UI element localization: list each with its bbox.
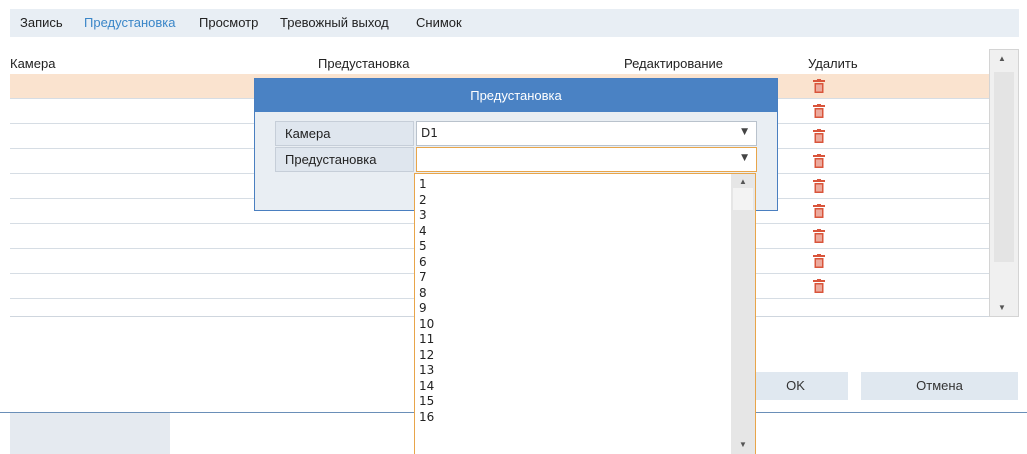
dropdown-option[interactable]: 13 <box>419 363 434 379</box>
trash-icon[interactable] <box>813 229 825 243</box>
camera-row: Камера D1 ▼ <box>275 121 757 146</box>
trash-icon[interactable] <box>813 279 825 293</box>
dropdown-option[interactable]: 2 <box>419 193 434 209</box>
camera-label: Камера <box>275 121 414 146</box>
dropdown-option[interactable]: 8 <box>419 286 434 302</box>
footer-panel <box>10 413 170 454</box>
preset-dropdown-list[interactable]: 1 2 3 4 5 6 7 8 9 10 11 12 13 14 15 16 ▲ ▼ <box>414 173 756 454</box>
dropdown-option[interactable]: 11 <box>419 332 434 348</box>
trash-icon[interactable] <box>813 79 825 93</box>
trash-icon[interactable] <box>813 254 825 268</box>
scrollbar-thumb[interactable] <box>994 72 1014 262</box>
dropdown-option[interactable]: 3 <box>419 208 434 224</box>
preset-select[interactable]: ▼ <box>416 147 757 172</box>
camera-value: D1 <box>421 126 438 140</box>
dropdown-option[interactable]: 6 <box>419 255 434 271</box>
chevron-down-icon[interactable]: ▼ <box>741 127 748 137</box>
dropdown-scrollbar-thumb[interactable] <box>733 188 753 210</box>
preset-label: Предустановка <box>275 147 414 172</box>
dropdown-option[interactable]: 10 <box>419 317 434 333</box>
tab-view[interactable]: Просмотр <box>199 15 258 30</box>
dropdown-option[interactable]: 5 <box>419 239 434 255</box>
chevron-down-icon[interactable]: ▼ <box>741 153 748 163</box>
dropdown-option[interactable]: 16 <box>419 410 434 426</box>
table-scrollbar[interactable]: ▲ ▼ <box>989 49 1019 317</box>
trash-icon[interactable] <box>813 179 825 193</box>
dropdown-option[interactable]: 9 <box>419 301 434 317</box>
preset-row: Предустановка ▼ <box>275 147 757 172</box>
dropdown-option[interactable]: 15 <box>419 394 434 410</box>
trash-icon[interactable] <box>813 104 825 118</box>
camera-select[interactable]: D1 ▼ <box>416 121 757 146</box>
trash-icon[interactable] <box>813 154 825 168</box>
table-header: Камера Предустановка Редактирование Удал… <box>10 52 989 75</box>
dropdown-option[interactable]: 14 <box>419 379 434 395</box>
dropdown-option[interactable]: 4 <box>419 224 434 240</box>
header-camera: Камера <box>10 56 56 71</box>
dialog-title: Предустановка <box>255 79 777 112</box>
arrow-down-icon[interactable]: ▼ <box>998 303 1006 312</box>
tab-alarm-output[interactable]: Тревожный выход <box>280 15 389 30</box>
cancel-button[interactable]: Отмена <box>861 372 1018 400</box>
ok-button[interactable]: OK <box>743 372 848 400</box>
arrow-down-icon[interactable]: ▼ <box>739 440 747 449</box>
dropdown-scrollbar[interactable]: ▲ ▼ <box>731 174 755 454</box>
header-delete: Удалить <box>808 56 858 71</box>
preset-options: 1 2 3 4 5 6 7 8 9 10 11 12 13 14 15 16 <box>419 177 434 425</box>
header-edit: Редактирование <box>624 56 724 71</box>
arrow-up-icon[interactable]: ▲ <box>739 177 747 186</box>
header-preset: Предустановка <box>318 56 410 71</box>
arrow-up-icon[interactable]: ▲ <box>998 54 1006 63</box>
tab-preset[interactable]: Предустановка <box>84 15 176 30</box>
tab-snapshot[interactable]: Снимок <box>416 15 462 30</box>
tab-bar: Запись Предустановка Просмотр Тревожный … <box>10 9 1019 37</box>
trash-icon[interactable] <box>813 129 825 143</box>
dropdown-option[interactable]: 12 <box>419 348 434 364</box>
dropdown-option[interactable]: 7 <box>419 270 434 286</box>
dropdown-option[interactable]: 1 <box>419 177 434 193</box>
tab-record[interactable]: Запись <box>20 15 63 30</box>
trash-icon[interactable] <box>813 204 825 218</box>
